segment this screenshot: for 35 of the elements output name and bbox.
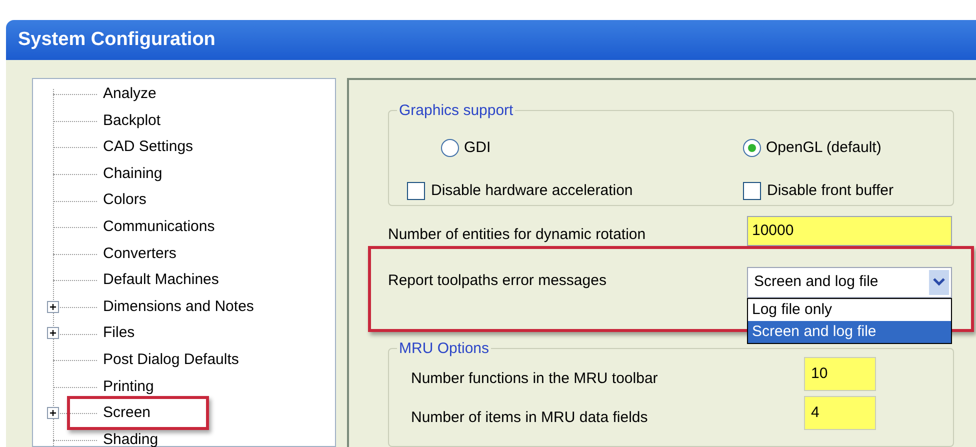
tree-item[interactable]: CAD Settings (103, 136, 194, 159)
tree-item[interactable]: Default Machines (103, 269, 219, 292)
tree-item[interactable]: Communications (103, 216, 215, 239)
field-label: Number of entities for dynamic rotation (388, 224, 647, 245)
plus-icon[interactable] (47, 300, 59, 313)
input-field[interactable]: 10 (804, 356, 876, 391)
tree-item[interactable]: Files (103, 322, 135, 345)
radio-label: OpenGL (default) (766, 138, 882, 158)
field-label: Number functions in the MRU toolbar (411, 368, 659, 389)
window-title: System Configuration (18, 28, 216, 52)
tree-item[interactable]: Converters (103, 242, 176, 266)
tree-item[interactable]: Screen (103, 402, 151, 425)
radio-button[interactable] (743, 139, 761, 158)
checkbox[interactable] (743, 182, 761, 200)
checkbox-label: Disable hardware acceleration (431, 180, 633, 200)
field-label: Number of items in MRU data fields (411, 408, 649, 428)
tree-item[interactable]: Backplot (103, 110, 161, 132)
tree-item[interactable]: Colors (103, 189, 146, 212)
tree-item[interactable]: Shading (103, 428, 158, 447)
tree-item[interactable]: Analyze (103, 83, 156, 106)
checkbox[interactable] (407, 182, 425, 200)
plus-icon[interactable] (47, 327, 59, 340)
input-field[interactable]: 4 (804, 396, 876, 430)
radio-label: GDI (464, 138, 491, 158)
plus-icon[interactable] (47, 407, 59, 420)
tree-item[interactable]: Printing (103, 376, 154, 398)
dropdown-option[interactable]: Screen and log file (748, 320, 951, 343)
tree-item[interactable]: Dimensions and Notes (103, 296, 254, 318)
field-label: Report toolpaths error messages (388, 270, 608, 291)
tree-item[interactable]: Post Dialog Defaults (103, 348, 239, 372)
tree-item[interactable]: Chaining (103, 162, 162, 186)
checkbox-label: Disable front buffer (767, 180, 894, 200)
input-field[interactable]: 10000 (747, 216, 952, 246)
radio-button[interactable] (441, 139, 459, 158)
chevron-icon[interactable] (929, 270, 949, 295)
